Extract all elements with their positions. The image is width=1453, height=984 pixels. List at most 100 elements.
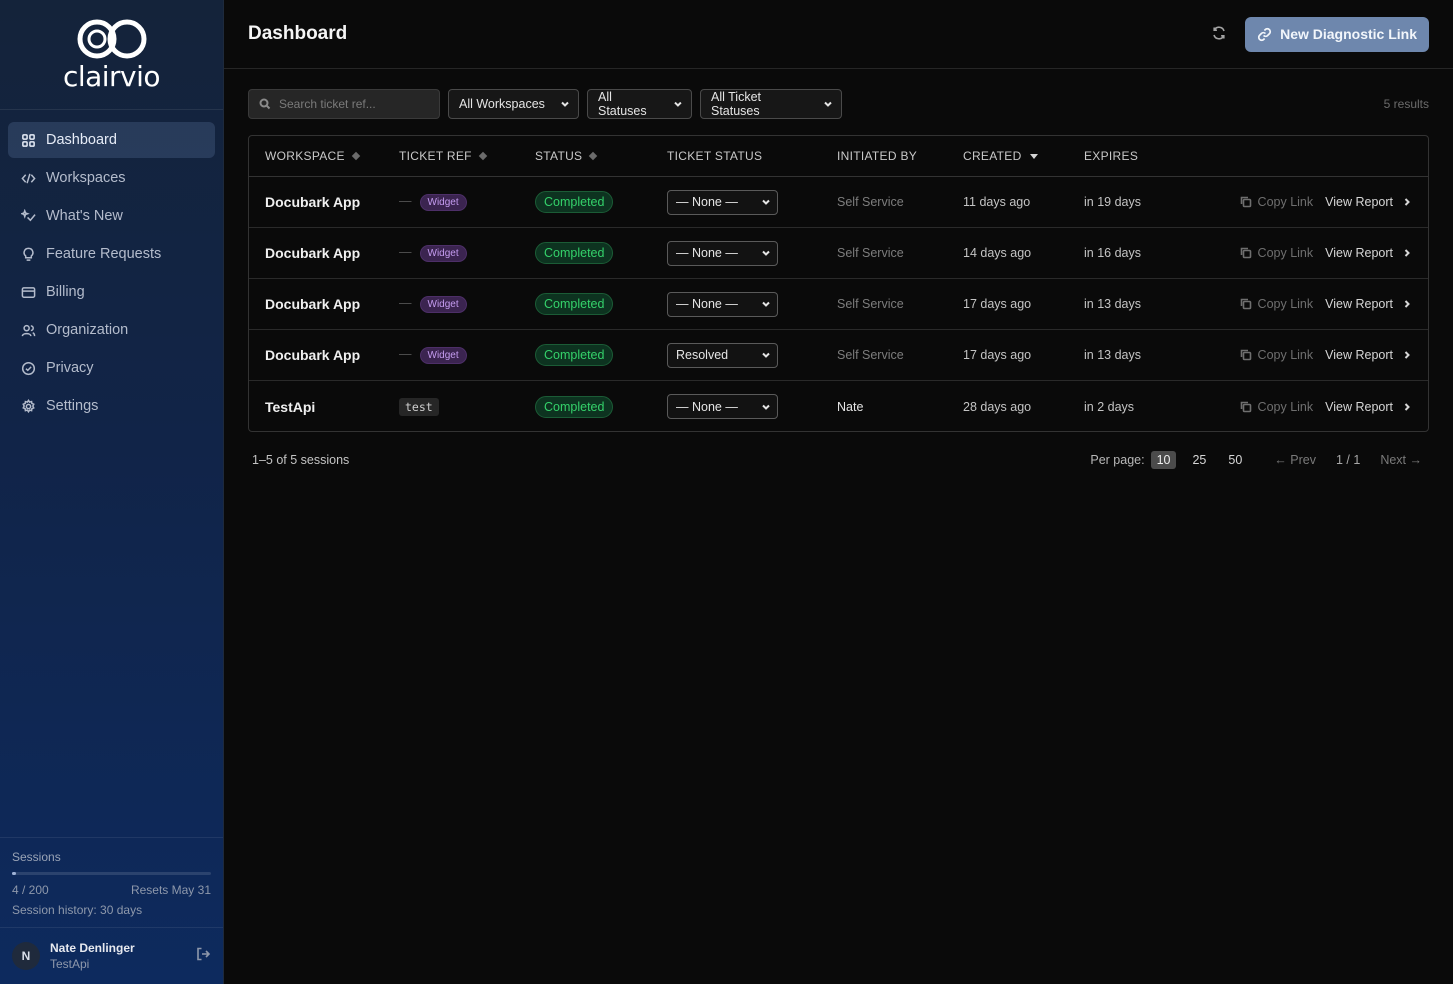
filter-bar: All Workspaces All Statuses All Ticket S… [248,89,1429,119]
actions-cell: Copy Link View Report [1204,195,1428,209]
per-page-option-50[interactable]: 50 [1222,451,1248,469]
view-report-link[interactable]: View Report [1325,297,1412,311]
results-count: 5 results [1383,97,1429,111]
column-header-created[interactable]: CREATED [963,149,1084,163]
usage-reset: Resets May 31 [130,883,211,897]
view-report-link[interactable]: View Report [1325,400,1412,414]
copy-link-button[interactable]: Copy Link [1240,400,1313,414]
per-page-option-10[interactable]: 10 [1150,451,1177,469]
created-cell: 14 days ago [963,246,1032,260]
ticket-ref-cell: — Widget [399,244,535,262]
ticket-status-select[interactable]: — None — [667,291,778,317]
created-cell: 11 days ago [963,195,1031,209]
table-row[interactable]: Docubark App — Widget Completed — None — … [249,177,1428,228]
sidebar-item-whats-new[interactable]: What's New [8,198,215,234]
source-tag: Widget [419,193,467,211]
source-tag: Widget [419,244,467,262]
sessions-table: WORKSPACE TICKET REF STATUS TICKET STATU… [248,135,1429,432]
status-filter-select[interactable]: All Statuses [587,89,692,119]
next-page-button[interactable]: Next → [1380,453,1422,467]
status-badge: Completed [535,191,614,213]
page-indicator: 1 / 1 [1335,453,1361,467]
view-report-link[interactable]: View Report [1325,348,1412,362]
ticket-ref-cell: — Widget [399,295,535,313]
table-footer: 1–5 of 5 sessions Per page: 10 25 50 ← P… [252,450,1422,470]
workspace-cell: TestApi [265,398,316,415]
table-row[interactable]: TestApi test Completed — None — Nate 28 … [249,381,1428,431]
sidebar-item-organization[interactable]: Organization [8,312,215,348]
column-header-status[interactable]: STATUS [535,149,667,163]
logo-icon [77,19,146,59]
status-badge: Completed [535,395,614,418]
brand-name: clairvio [62,60,161,93]
copy-link-button[interactable]: Copy Link [1240,246,1313,260]
sort-icon [351,151,361,161]
ticket-status-select[interactable]: Resolved [667,342,778,368]
usage-history: Session history: 30 days [12,903,143,917]
copy-icon [1240,349,1251,361]
ticket-status-select[interactable]: — None — [667,189,778,215]
sidebar-item-billing[interactable]: Billing [8,274,215,310]
copy-link-button[interactable]: Copy Link [1240,348,1313,362]
copy-link-button[interactable]: Copy Link [1240,195,1313,209]
column-header-initiated-by: INITIATED BY [837,149,918,163]
sidebar-item-privacy[interactable]: Privacy [8,350,215,386]
chevron-right-icon [1404,249,1410,257]
view-report-link[interactable]: View Report [1325,246,1412,260]
logout-icon[interactable] [195,946,211,967]
column-header-workspace[interactable]: WORKSPACE [249,149,399,163]
code-icon [20,170,36,186]
status-badge: Completed [535,293,614,315]
ticket-status-filter-select[interactable]: All Ticket Statuses [700,89,842,119]
chevron-down-icon [674,101,682,107]
session-usage: Sessions 4 / 200 Resets May 31 Session h… [0,837,223,927]
grid-icon [20,132,36,148]
copy-icon [1240,247,1251,259]
initiated-by-cell: Self Service [837,195,904,209]
prev-page-button[interactable]: ← Prev [1274,453,1316,467]
sidebar-item-label: Privacy [46,360,94,376]
new-diagnostic-link-button[interactable]: New Diagnostic Link [1245,16,1429,52]
sidebar-item-label: Dashboard [46,132,117,148]
ticket-ref-cell: test [399,397,535,416]
user-name: Nate Denlinger [50,941,135,955]
column-header-ticket-ref[interactable]: TICKET REF [399,149,535,163]
main-content: Dashboard New Diagnostic Link All Worksp… [224,0,1453,984]
expires-cell: in 13 days [1084,297,1141,311]
table-row[interactable]: Docubark App — Widget Completed Resolved … [249,330,1428,381]
expires-cell: in 16 days [1084,246,1141,260]
copy-link-button[interactable]: Copy Link [1240,297,1313,311]
users-icon [20,322,36,338]
workspace-filter-value: All Workspaces [459,97,545,111]
initiated-by-cell: Self Service [837,297,904,311]
sidebar-item-settings[interactable]: Settings [8,388,215,424]
status-filter-value: All Statuses [598,90,647,118]
user-profile[interactable]: N Nate Denlinger TestApi [0,927,223,984]
table-row[interactable]: Docubark App — Widget Completed — None — … [249,279,1428,330]
link-icon [1258,27,1272,41]
usage-progress-fill [12,872,16,875]
sidebar: clairvio Dashboard Workspaces What's New… [0,0,224,984]
table-row[interactable]: Docubark App — Widget Completed — None — … [249,228,1428,279]
status-cell: Completed [535,344,667,366]
ticket-status-select[interactable]: — None — [667,240,778,266]
status-cell: Completed [535,395,667,418]
column-header-ticket-status: TICKET STATUS [667,149,763,163]
view-report-link[interactable]: View Report [1325,195,1412,209]
sidebar-item-feature-requests[interactable]: Feature Requests [8,236,215,272]
created-cell: 17 days ago [963,297,1032,311]
search-icon [259,98,271,110]
search-input[interactable] [279,97,429,111]
workspace-filter-select[interactable]: All Workspaces [448,89,579,119]
chevron-down-icon [762,301,770,307]
refresh-icon[interactable] [1211,25,1229,43]
gear-icon [20,398,36,414]
per-page-option-25[interactable]: 25 [1186,451,1212,469]
sidebar-item-workspaces[interactable]: Workspaces [8,160,215,196]
actions-cell: Copy Link View Report [1204,246,1428,260]
search-box[interactable] [248,89,440,119]
ticket-status-select[interactable]: — None — [667,394,778,419]
initiated-by-cell: Self Service [837,348,904,362]
logo[interactable]: clairvio [0,0,223,110]
sidebar-item-dashboard[interactable]: Dashboard [8,122,215,158]
